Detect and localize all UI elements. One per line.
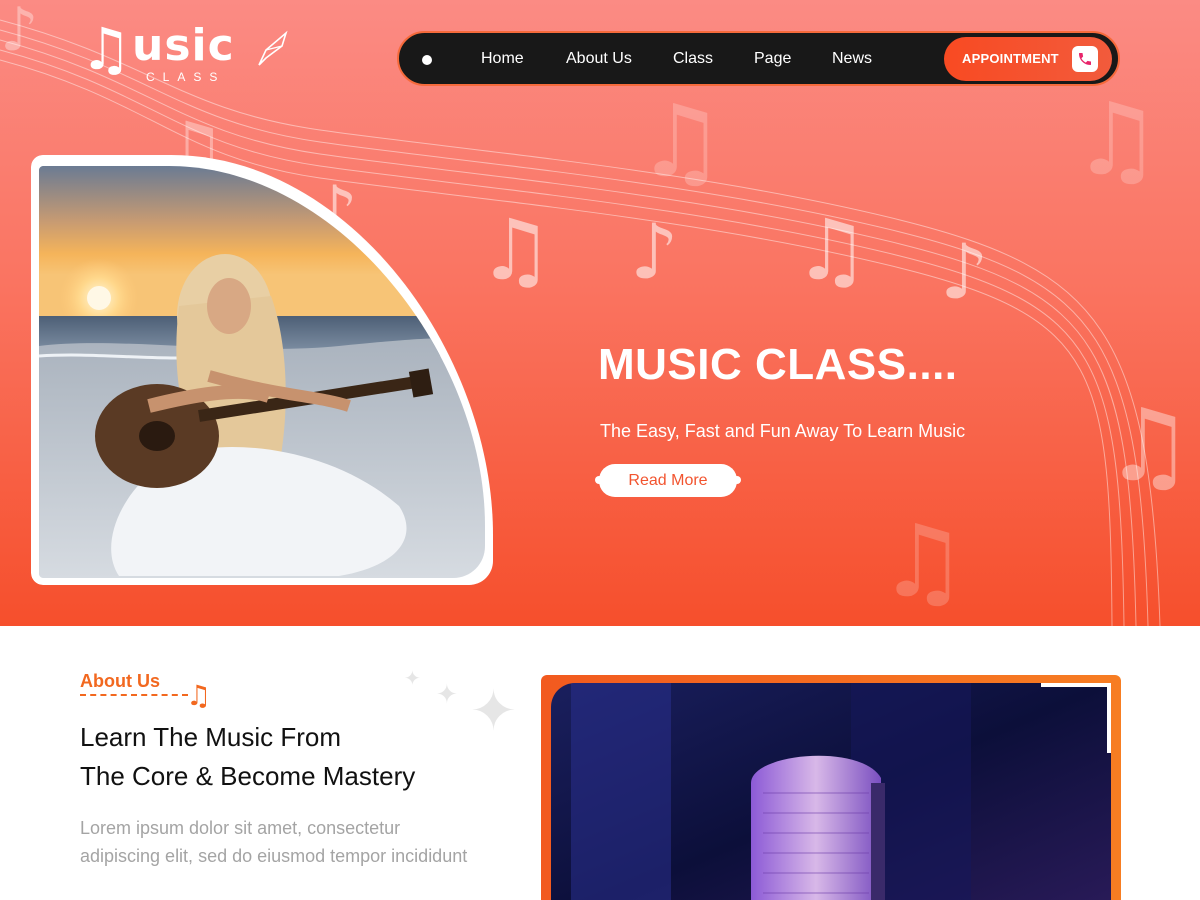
hero-subtitle: The Easy, Fast and Fun Away To Learn Mus… — [600, 421, 966, 441]
pen-icon — [258, 30, 288, 66]
logo-subtitle: CLASS — [146, 70, 226, 84]
sparkle-icon: ✦ — [436, 680, 458, 710]
about-description: Lorem ipsum dolor sit amet, consectetur … — [80, 814, 540, 870]
main-nav: Home About Us Class Page News APPOINTMEN… — [397, 31, 1120, 86]
music-note-icon: ♫ — [794, 201, 870, 299]
about-description-line: adipiscing elit, sed do eiusmod tempor i… — [80, 846, 468, 866]
nav-item-class[interactable]: Class — [673, 50, 713, 68]
nav-item-home[interactable]: Home — [481, 50, 524, 68]
music-note-icon: ♫ — [636, 83, 726, 200]
read-more-button[interactable]: Read More — [595, 464, 741, 497]
section-label: About Us — [80, 671, 160, 691]
music-note-icon: ♪ — [940, 227, 989, 316]
label-dashed-line — [80, 694, 188, 696]
about-heading-line: The Core & Become Mastery — [80, 761, 416, 791]
appointment-button[interactable]: APPOINTMENT — [944, 37, 1112, 81]
nav-indicator-dot — [422, 55, 432, 65]
about-photo-microphone — [551, 683, 1111, 900]
music-note-icon: ♫ — [186, 679, 212, 712]
music-note-icon: ♫ — [478, 201, 554, 299]
music-note-icon: ♫ — [878, 503, 968, 620]
music-note-icon: ♪ — [630, 207, 679, 296]
hero-section: ♪ ♫ ♪ ♫ ♪ ♫ ♫ ♪ ♫ ♫ ♫ ♫ usic CLASS Home … — [0, 0, 1200, 626]
nav-item-page[interactable]: Page — [754, 50, 791, 68]
nav-item-news[interactable]: News — [832, 50, 872, 68]
music-note-icon: ♫ — [1104, 387, 1194, 504]
hero-title: MUSIC CLASS.... — [598, 340, 958, 389]
site-logo[interactable]: ♫ usic CLASS — [80, 18, 300, 88]
logo-wordmark: usic — [132, 20, 235, 71]
appointment-label: APPOINTMENT — [962, 51, 1059, 66]
nav-item-about-us[interactable]: About Us — [566, 50, 632, 68]
phone-icon — [1072, 46, 1098, 72]
about-description-line: Lorem ipsum dolor sit amet, consectetur — [80, 818, 401, 838]
music-note-icon: ♫ — [1072, 81, 1162, 198]
music-note-icon: ♪ — [0, 0, 39, 65]
about-heading-line: Learn The Music From — [80, 722, 342, 752]
sparkle-icon: ✦ — [404, 666, 421, 690]
about-image-frame — [541, 675, 1121, 900]
about-heading: Learn The Music From The Core & Become M… — [80, 718, 520, 796]
music-note-icon: ♫ — [80, 15, 132, 83]
